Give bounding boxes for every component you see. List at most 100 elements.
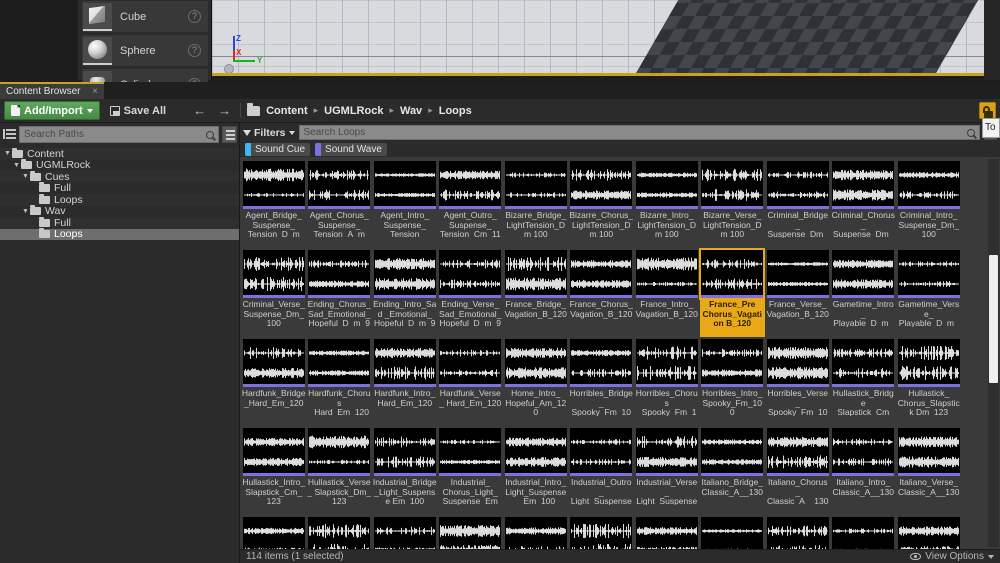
tree-item-full-6[interactable]: Full [0,216,239,229]
save-all-button[interactable]: Save All [106,105,170,117]
forward-button[interactable]: → [215,103,234,118]
lock-open-icon[interactable] [979,102,996,119]
asset-tile[interactable]: Horribles_Intro_ Spooky_Fm_100 [700,337,766,426]
view-options-button[interactable]: View Options [910,551,994,562]
asset-tile[interactable]: Hardfunk_Bridge _Hard_Em_120 [241,337,307,426]
filter-chip-sound-wave[interactable]: Sound Wave [315,143,387,156]
asset-tile[interactable]: France_Verse_ Vagation_B_120 [765,248,831,337]
asset-tile[interactable] [831,515,897,549]
place-actor-cube[interactable]: Cube ? [82,1,208,32]
asset-tile[interactable]: Hullastick_Verse_ Slapstick_Dm_ 123 [307,426,373,515]
asset-tile[interactable]: Bizarre_Intro_ LightTension_Dm 100 [634,159,700,248]
asset-tile[interactable]: Criminal_Chorus_ Suspense_Dm_ 100 [831,159,897,248]
asset-tile[interactable]: Italiano_Chorus_ Classic_A__130 [765,426,831,515]
twisty-expanded-icon[interactable]: ▼ [3,150,12,157]
asset-tile[interactable] [569,515,635,549]
asset-tile[interactable] [634,515,700,549]
tree-item-full-3[interactable]: Full [0,182,239,194]
breadcrumb-wav[interactable]: Wav [400,105,422,117]
asset-tile[interactable]: Horribles_Verse_ Spooky_Fm_100 [765,337,831,426]
list-view-toggle[interactable] [222,126,237,143]
asset-tile[interactable]: Ending_Chorus_ Sad_Emotional_ Hopeful_D_… [307,248,373,337]
waveform-channel-right [702,188,763,202]
breadcrumb-ugmlrock[interactable]: UGMLRock [324,105,383,117]
asset-tile[interactable]: Italiano_Bridge_ Classic_A__130 [700,426,766,515]
tab-content-browser[interactable]: Content Browser × [0,82,104,99]
close-icon[interactable]: × [92,86,98,97]
filters-button[interactable]: Filters [243,127,295,139]
asset-tile[interactable]: Hullastick_Intro_ Slapstick_Cm_ 123 [241,426,307,515]
asset-tile[interactable]: Hardfunk_Verse_ Hard_Em_120 [438,337,504,426]
asset-tile[interactable]: Criminal_Bridge_ Suspense_Dm_ 100 [765,159,831,248]
tree-item-loops-7[interactable]: Loops [0,228,239,240]
asset-tile[interactable]: Home_Intro_ Hopeful_Am_120 [503,337,569,426]
asset-tile[interactable]: Italiano_Intro_ Classic_A__130 [831,426,897,515]
scrollbar-thumb[interactable] [989,255,998,383]
search-paths-input[interactable]: Search Paths [19,126,219,143]
help-icon[interactable]: ? [188,44,201,57]
asset-tile[interactable]: Horribles_Chorus _Spooky_Fm_100 [634,337,700,426]
twisty-expanded-icon[interactable]: ▼ [12,162,21,169]
asset-tile[interactable]: Italiano_Verse_ Classic_A__130 [896,426,962,515]
tree-item-content-0[interactable]: ▼ Content [0,147,239,160]
asset-tile-grid: Agent_Bridge_ Suspense_ Tension_D_m Agent… [240,157,986,549]
asset-tile[interactable]: Jungle_Bridge_ Wild_G_127 [241,515,307,549]
asset-tile[interactable]: Ending_Verse_ Sad_Emotional_ Hopeful_D_m… [438,248,504,337]
asset-tile[interactable]: Hullastick_Bridge _Slapstick_Cm_ 123 [831,337,897,426]
asset-tile[interactable]: France_Bridge_ Vagation_B_120 [503,248,569,337]
asset-tiles-area[interactable]: Agent_Bridge_ Suspense_ Tension_D_m Agent… [240,157,1000,549]
breadcrumb-content[interactable]: Content [266,105,308,117]
asset-tile[interactable]: Horribles_Bridge_ Spooky_Fm_100 [569,337,635,426]
asset-tile[interactable]: Agent_Bridge_ Suspense_ Tension_D_m [241,159,307,248]
asset-tile[interactable] [700,515,766,549]
asset-tile[interactable]: Bizarre_Verse_ LightTension_Dm 100 [700,159,766,248]
help-icon[interactable]: ? [188,10,201,23]
asset-tile[interactable]: Criminal_Verse_ Suspense_Dm_ 100 [241,248,307,337]
twisty-expanded-icon[interactable]: ▼ [21,208,30,215]
level-viewport[interactable]: Z X Y [212,0,984,76]
asset-tile-inner: Ending_Intro_Sad _Emotional_ Hopeful_D_m… [373,250,436,335]
asset-tile[interactable] [503,515,569,549]
tree-item-loops-4[interactable]: Loops [0,193,239,206]
asset-tile[interactable]: France_Chorus_ Vagation_B_120 [569,248,635,337]
asset-tile[interactable]: Ending_Intro_Sad _Emotional_ Hopeful_D_m… [372,248,438,337]
asset-tile-label: Industrial_Outro_ Light_Suspense_ Em_123 [570,478,632,505]
tree-item-cues-2[interactable]: ▼ Cues [0,170,239,183]
filter-funnel-icon [243,129,251,136]
asset-tile[interactable] [896,515,962,549]
asset-tile[interactable] [438,515,504,549]
hierarchy-icon[interactable] [2,128,16,141]
asset-tile[interactable]: Hardfunk_Chorus _Hard_Em_120 [307,337,373,426]
asset-tile[interactable]: Criminal_Intro_ Suspense_Dm_ 100 [896,159,962,248]
asset-tile[interactable]: Industrial_Verse_ Light_Suspense_ Em_100 [634,426,700,515]
breadcrumb-loops[interactable]: Loops [439,105,472,117]
asset-tile[interactable]: Hullastick_ Chorus_Slapstick Dm_123 [896,337,962,426]
add-import-button[interactable]: Add/Import [4,101,100,120]
back-button[interactable]: ← [190,103,209,118]
asset-tile[interactable]: Industrial_Intro_ Light_Suspense_ Em_100 [503,426,569,515]
asset-tile[interactable]: Industrial_ Chorus_Light_ Suspense_Em [438,426,504,515]
twisty-expanded-icon[interactable]: ▼ [21,173,30,180]
asset-tile[interactable]: Agent_Outro_ Suspense_ Tension_Cm_110 [438,159,504,248]
asset-tile[interactable]: Agent_Intro_ Suspense_ Tension [372,159,438,248]
asset-tile-selected[interactable]: France_Pre Chorus_Vagation B_120 [699,248,766,337]
asset-tile[interactable] [372,515,438,549]
filter-chip-sound-cue[interactable]: Sound Cue [245,143,311,156]
search-assets-input[interactable]: Search Loops [298,125,980,140]
asset-tile[interactable]: Agent_Chorus_ Suspense_ Tension_A_m [307,159,373,248]
asset-tile[interactable]: Gametime_Verse_ Playable_D_m_ 150 [896,248,962,337]
asset-tile[interactable]: France_Intro_ Vagation_B_120 [634,248,700,337]
asset-tile[interactable]: Bizarre_Bridge_ LightTension_Dm 100 [503,159,569,248]
tree-item-wav-5[interactable]: ▼ Wav [0,205,239,217]
place-actor-sphere[interactable]: Sphere ? [82,35,208,66]
tree-item-ugmlrock-1[interactable]: ▼ UGMLRock [0,159,239,171]
asset-tile[interactable] [765,515,831,549]
waveform-thumbnail [308,428,371,476]
asset-tile[interactable]: Gametime_Intro_ Playable_D_m_ 150 [831,248,897,337]
asset-tile[interactable]: Industrial_Bridge _Light_Suspense Em_100 [372,426,438,515]
asset-tile[interactable]: Hardfunk_Intro_ Hard_Em_120 [372,337,438,426]
asset-tile[interactable] [307,515,373,549]
asset-tile[interactable]: Bizarre_Chorus_ LightTension_Dm 100 [569,159,635,248]
asset-scrollbar[interactable] [988,159,999,547]
asset-tile[interactable]: Industrial_Outro_ Light_Suspense_ Em_123 [569,426,635,515]
